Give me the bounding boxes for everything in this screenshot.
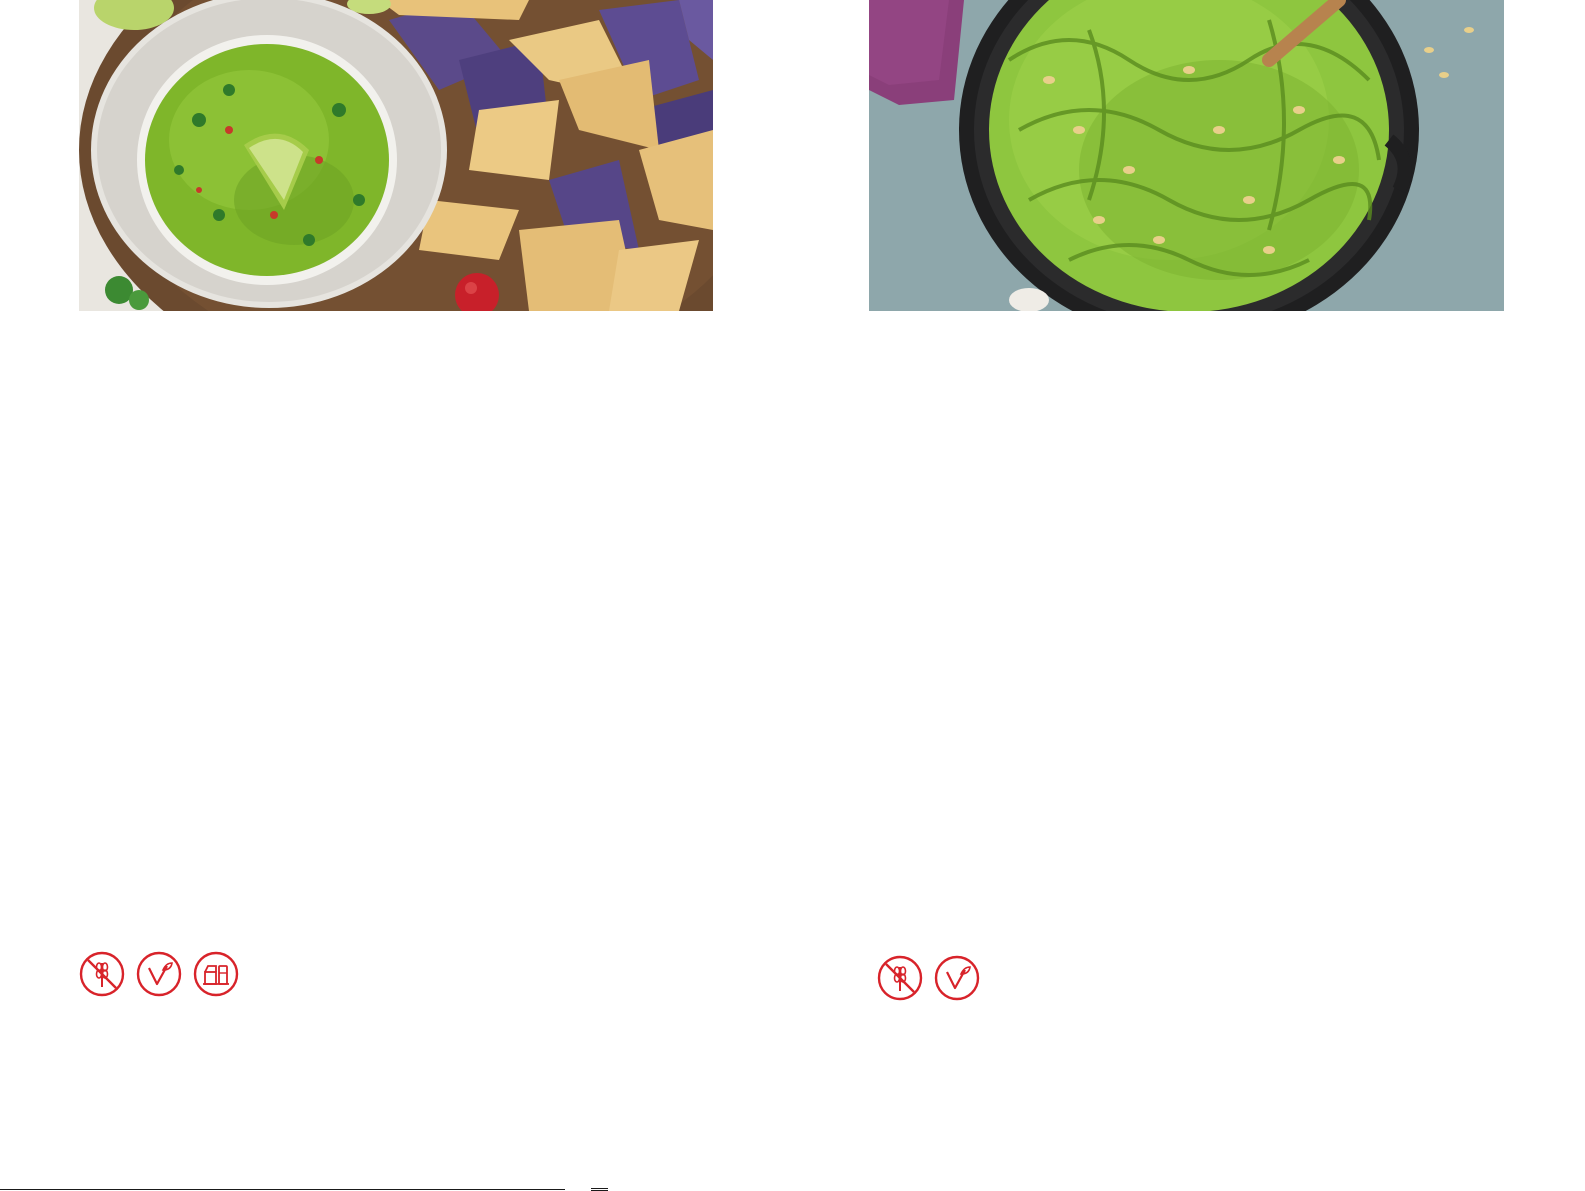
diet-icons-right <box>877 955 980 1001</box>
dairy-free-icon <box>193 951 239 997</box>
page-marker <box>591 1188 608 1189</box>
diet-icons-left <box>79 951 239 997</box>
guacamole-photo <box>79 0 713 311</box>
vegan-icon <box>934 955 980 1001</box>
gluten-free-icon <box>877 955 923 1001</box>
pesto-pasta-photo <box>869 0 1504 311</box>
gluten-free-icon <box>79 951 125 997</box>
footer-rule <box>0 1189 565 1190</box>
vegan-icon <box>136 951 182 997</box>
